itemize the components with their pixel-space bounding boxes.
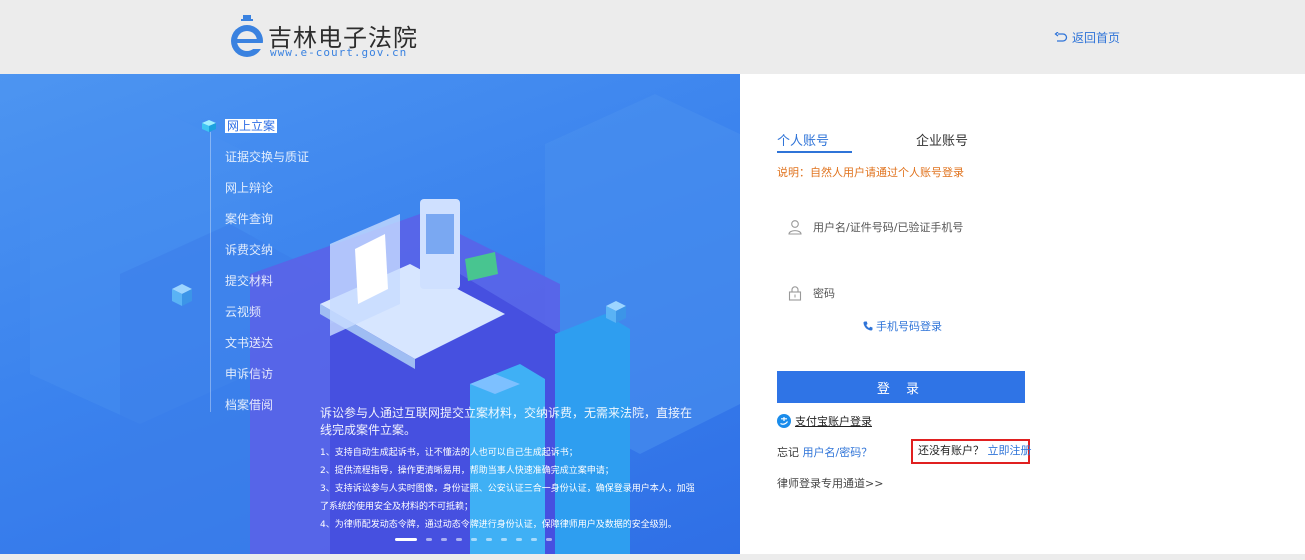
feature-item-label: 文书送达	[225, 336, 274, 350]
active-tab-underline	[777, 151, 852, 153]
banner-point: 4、为律师配发动态令牌，通过动态令牌进行身份认证，保障律师用户及数据的安全级别。	[320, 520, 677, 530]
password-input[interactable]	[813, 286, 1013, 300]
cube-icon	[202, 120, 216, 132]
feature-item-label: 诉费交纳	[225, 243, 274, 257]
banner-point: 2、提供流程指导，操作更清晰易用，帮助当事人快速准确完成立案申请；	[320, 466, 614, 476]
return-home-label: 返回首页	[1072, 31, 1121, 45]
login-note: 说明：自然人用户请通过个人账号登录	[777, 166, 964, 179]
feature-item-fee-payment[interactable]: 诉费交纳	[202, 242, 309, 273]
carousel-dot[interactable]	[501, 538, 507, 541]
tab-enterprise-account[interactable]: 企业账号	[916, 130, 1055, 154]
feature-item-label: 云视频	[225, 305, 262, 319]
login-panel: 个人账号 企业账号 说明：自然人用户请通过个人账号登录 手机号码登录 登 录 支…	[740, 74, 1305, 554]
carousel-indicators	[395, 538, 552, 541]
username-input[interactable]	[813, 220, 1013, 234]
alipay-login-label: 支付宝账户登录	[795, 415, 872, 428]
forgot-credentials: 忘记 用户名/密码？	[777, 444, 872, 460]
password-field[interactable]	[777, 276, 1025, 310]
feature-item-label: 档案借阅	[225, 398, 274, 412]
register-prompt: 还没有账户？ 立即注册	[911, 439, 1032, 464]
feature-menu: 网上立案 证据交换与质证 网上辩论 案件查询 诉费交纳 提交材料 云视频 文书送…	[202, 118, 309, 428]
carousel-dot[interactable]	[516, 538, 522, 541]
register-prefix: 还没有账户？	[918, 444, 984, 457]
site-header: 吉林电子法院 www.e-court.gov.cn 返回首页	[0, 0, 1305, 74]
feature-item-label: 证据交换与质证	[225, 150, 310, 164]
lawyer-login-link[interactable]: 律师登录专用通道>>	[777, 475, 883, 491]
feature-item-online-filing[interactable]: 网上立案	[202, 118, 309, 149]
phone-login-link[interactable]: 手机号码登录	[863, 318, 942, 334]
feature-item-evidence-exchange[interactable]: 证据交换与质证	[202, 149, 309, 180]
forgot-credentials-link[interactable]: 用户名/密码？	[803, 446, 873, 459]
user-icon	[788, 220, 802, 235]
footer-strip	[0, 554, 1305, 560]
banner-point: 3、支持诉讼参与人实时图像，身份证照、公安认证三合一身份认证，确保登录用户本人，…	[320, 484, 695, 512]
carousel-dot[interactable]	[441, 538, 447, 541]
feature-item-cloud-video[interactable]: 云视频	[202, 304, 309, 335]
carousel-dot[interactable]	[531, 538, 537, 541]
carousel-dot[interactable]	[456, 538, 462, 541]
feature-item-case-query[interactable]: 案件查询	[202, 211, 309, 242]
e-court-logo	[231, 15, 263, 57]
banner-intro: 诉讼参与人通过互联网提交立案材料，交纳诉费，无需来法院，直接在线完成案件立案。	[320, 406, 693, 437]
feature-item-document-delivery[interactable]: 文书送达	[202, 335, 309, 366]
forgot-prefix: 忘记	[777, 446, 799, 459]
site-url: www.e-court.gov.cn	[270, 46, 408, 59]
alipay-login-link[interactable]: 支付宝账户登录	[777, 413, 872, 429]
phone-icon	[863, 321, 873, 331]
feature-item-online-debate[interactable]: 网上辩论	[202, 180, 309, 211]
feature-item-label: 提交材料	[225, 274, 274, 288]
banner-description: 诉讼参与人通过互联网提交立案材料，交纳诉费，无需来法院，直接在线完成案件立案。 …	[320, 405, 700, 534]
lock-icon	[788, 286, 802, 301]
return-icon	[1054, 31, 1068, 42]
feature-item-label: 网上立案	[225, 119, 278, 133]
carousel-dot[interactable]	[546, 538, 552, 541]
feature-banner: 网上立案 证据交换与质证 网上辩论 案件查询 诉费交纳 提交材料 云视频 文书送…	[0, 74, 740, 554]
feature-item-archive-access[interactable]: 档案借阅	[202, 397, 309, 428]
carousel-dot[interactable]	[426, 538, 432, 541]
feature-item-label: 申诉信访	[225, 367, 274, 381]
carousel-dot[interactable]	[395, 538, 417, 541]
carousel-dot[interactable]	[471, 538, 477, 541]
carousel-dot[interactable]	[486, 538, 492, 541]
feature-item-label: 网上辩论	[225, 181, 274, 195]
phone-login-label: 手机号码登录	[876, 320, 942, 333]
return-home-link[interactable]: 返回首页	[1054, 29, 1120, 46]
username-field[interactable]	[777, 210, 1025, 244]
banner-point: 1、支持自动生成起诉书，让不懂法的人也可以自己生成起诉书；	[320, 448, 578, 458]
login-button[interactable]: 登 录	[777, 371, 1025, 403]
feature-item-submit-materials[interactable]: 提交材料	[202, 273, 309, 304]
alipay-icon	[777, 414, 791, 428]
feature-item-petition[interactable]: 申诉信访	[202, 366, 309, 397]
feature-item-label: 案件查询	[225, 212, 274, 226]
register-link[interactable]: 立即注册	[988, 444, 1032, 457]
